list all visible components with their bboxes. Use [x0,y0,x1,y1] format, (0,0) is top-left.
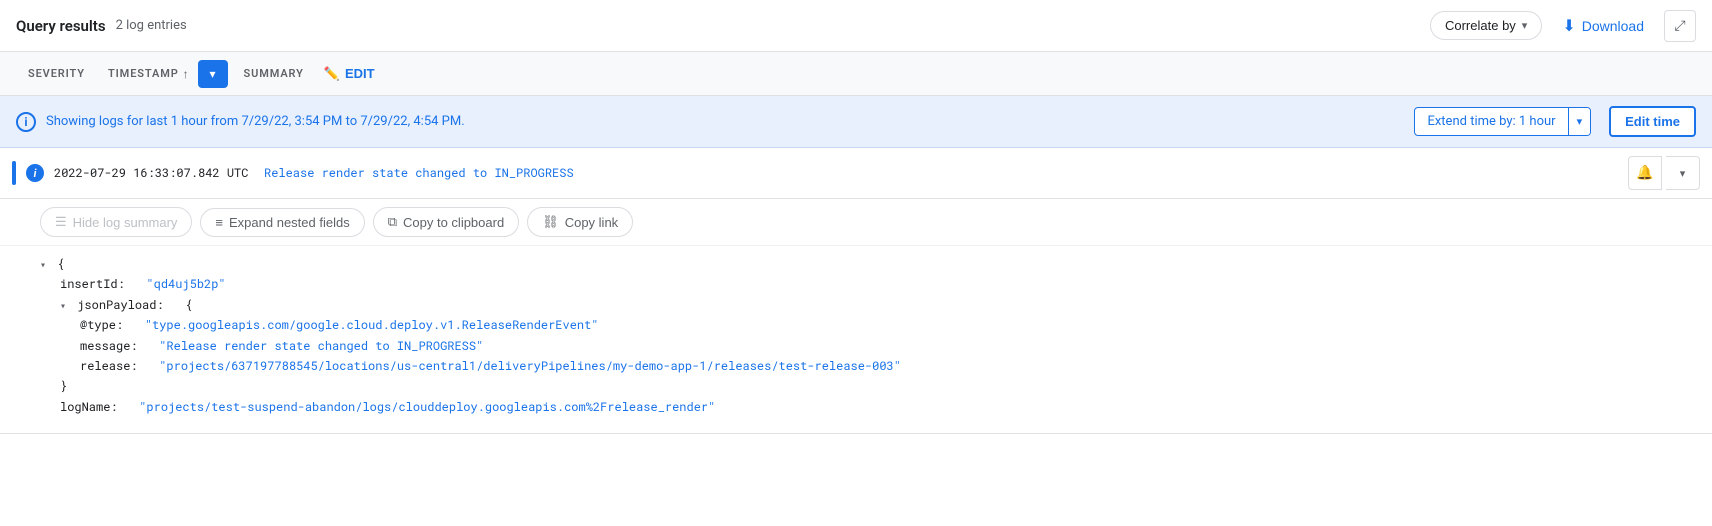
collapse-payload-icon[interactable]: ▾ [60,299,66,312]
message-line: message: "Release render state changed t… [40,336,1696,356]
bookmark-button[interactable]: 🔔 [1628,156,1662,190]
column-timestamp: TIMESTAMP [108,67,190,81]
info-icon: i [16,112,36,132]
info-banner-text: Showing logs for last 1 hour from 7/29/2… [46,114,1404,129]
edit-icon: ✏️ [324,66,340,82]
column-summary: SUMMARY [244,67,304,80]
entry-dropdown-button[interactable] [1666,156,1700,190]
edit-columns-button[interactable]: ✏️ EDIT [314,62,385,86]
log-count: 2 log entries [116,18,187,33]
action-buttons-row: ☰ Hide log summary ≡ Expand nested field… [0,199,1712,246]
chevron-down-icon [1680,167,1686,180]
copy-link-button[interactable]: ⛓ Copy link [527,207,633,237]
log-summary: Release render state changed to IN_PROGR… [264,165,1618,181]
json-payload-close: } [40,376,1696,396]
log-action-buttons: 🔔 [1628,156,1700,190]
sort-asc-icon[interactable] [183,67,190,81]
info-banner: i Showing logs for last 1 hour from 7/29… [0,96,1712,148]
log-detail-area: ☰ Hide log summary ≡ Expand nested field… [0,199,1712,434]
json-payload-line: ▾ jsonPayload: { [40,295,1696,315]
copy-clipboard-button[interactable]: ⧉ Copy to clipboard [373,207,519,237]
expand-panel-button[interactable]: ⤢ [1664,10,1696,42]
extend-time-dropdown-icon[interactable] [1568,108,1591,135]
link-icon: ⛓ [542,214,559,230]
chevron-down-icon [1522,19,1528,32]
extend-time-button[interactable]: Extend time by: 1 hour [1414,107,1591,136]
download-icon: ⬇ [1562,16,1575,36]
insert-id-line: insertId: "qd4uj5b2p" [40,274,1696,294]
timestamp-format-button[interactable] [198,60,228,88]
release-line: release: "projects/637197788545/location… [40,356,1696,376]
download-label: Download [1582,18,1644,34]
at-type-line: @type: "type.googleapis.com/google.cloud… [40,315,1696,335]
severity-bar [12,161,16,185]
log-name-line: logName: "projects/test-suspend-abandon/… [40,397,1696,417]
extend-time-label[interactable]: Extend time by: 1 hour [1415,108,1567,135]
expand-nested-button[interactable]: ≡ Expand nested fields [200,208,364,237]
chevron-down-icon [210,67,216,81]
bookmark-icon: 🔔 [1636,165,1653,181]
collapse-icon[interactable]: ▾ [40,258,46,271]
json-open-brace: ▾ { [40,254,1696,274]
copy-icon: ⧉ [388,214,397,230]
header-bar: Query results 2 log entries Correlate by… [0,0,1712,52]
hide-summary-icon: ☰ [55,214,67,230]
log-timestamp: 2022-07-29 16:33:07.842 UTC [54,165,254,181]
download-button[interactable]: ⬇ Download [1562,16,1644,36]
json-content-area: ▾ { insertId: "qd4uj5b2p" ▾ jsonPayload:… [0,246,1712,433]
column-header-row: SEVERITY TIMESTAMP SUMMARY ✏️ EDIT [0,52,1712,96]
log-entry-row[interactable]: i 2022-07-29 16:33:07.842 UTC Release re… [0,148,1712,199]
page-title: Query results [16,17,106,35]
expand-nested-icon: ≡ [215,215,223,230]
column-severity: SEVERITY [28,67,108,80]
correlate-label: Correlate by [1445,18,1516,33]
severity-info-icon: i [26,164,44,182]
hide-summary-button[interactable]: ☰ Hide log summary [40,207,192,237]
expand-icon: ⤢ [1674,18,1685,34]
edit-time-button[interactable]: Edit time [1609,106,1696,137]
correlate-by-button[interactable]: Correlate by [1430,11,1542,40]
